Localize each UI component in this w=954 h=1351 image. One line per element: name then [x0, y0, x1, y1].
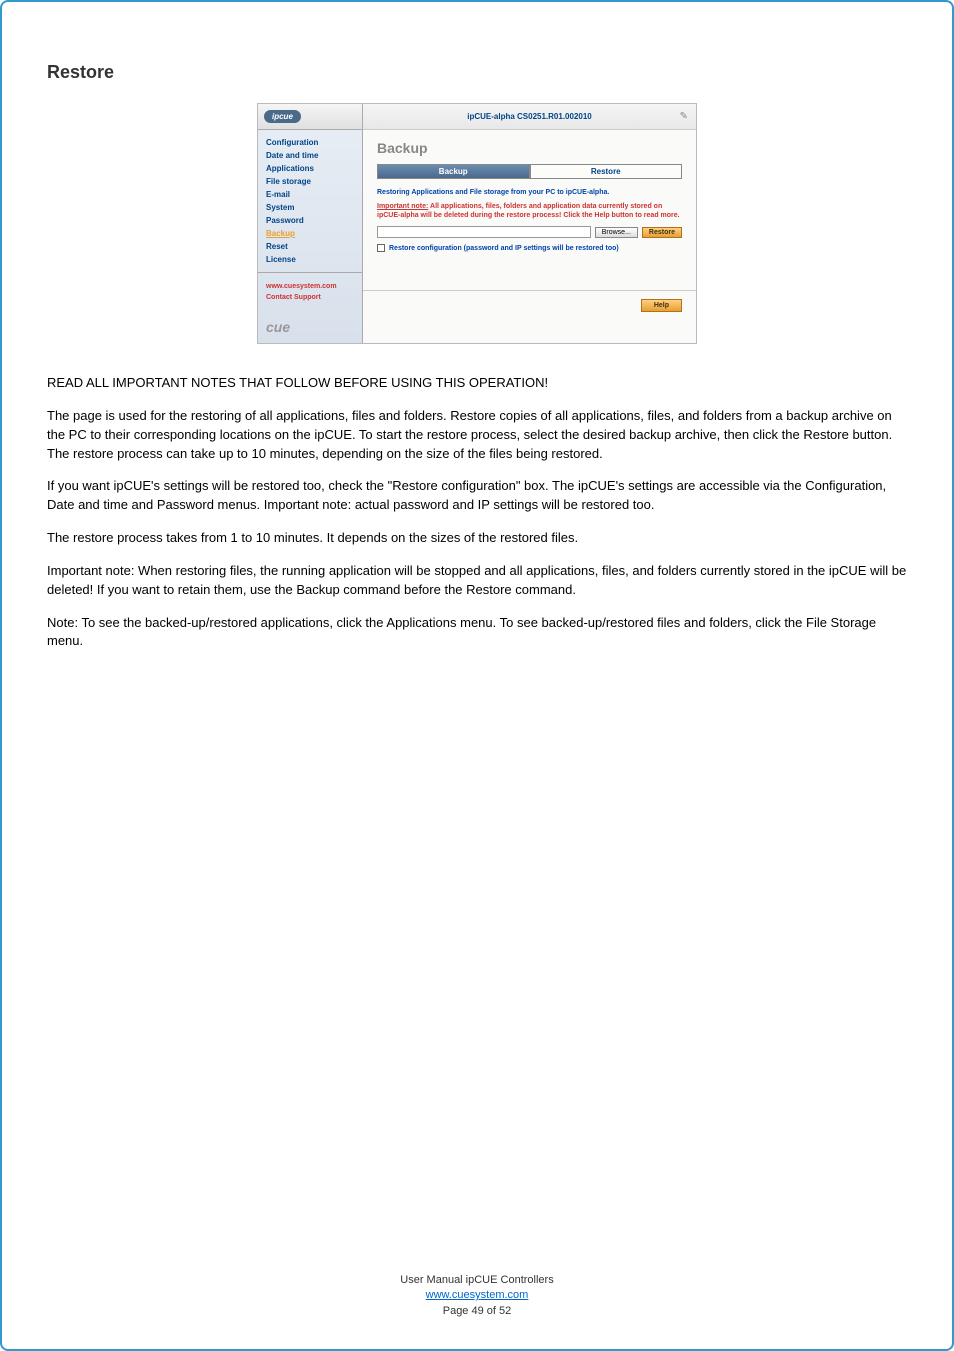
- browse-button[interactable]: Browse...: [595, 227, 638, 238]
- header-bar: ipCUE-alpha CS0251.R01.002010 ✎: [363, 104, 696, 130]
- nav-applications[interactable]: Applications: [266, 162, 354, 175]
- tabs-row: Backup Restore: [377, 164, 682, 179]
- footer-link-site[interactable]: www.cuesystem.com: [266, 281, 354, 292]
- cue-brand: cue: [258, 311, 362, 343]
- body-p5: Important note: When restoring files, th…: [47, 562, 907, 600]
- sidebar: ipcue Configuration Date and time Applic…: [258, 104, 363, 343]
- help-row: Help: [363, 290, 696, 326]
- section-title: Restore: [47, 62, 907, 83]
- edit-icon[interactable]: ✎: [680, 111, 688, 122]
- body-p2: The page is used for the restoring of al…: [47, 407, 907, 464]
- footer-link-support[interactable]: Contact Support: [266, 292, 354, 303]
- nav-email[interactable]: E-mail: [266, 188, 354, 201]
- panel-title: Backup: [377, 140, 682, 156]
- body-p3: If you want ipCUE's settings will be res…: [47, 477, 907, 515]
- nav-footer: www.cuesystem.com Contact Support: [258, 272, 362, 311]
- tab-backup[interactable]: Backup: [377, 164, 530, 179]
- nav-system[interactable]: System: [266, 201, 354, 214]
- file-input[interactable]: [377, 226, 591, 238]
- tab-restore[interactable]: Restore: [530, 164, 683, 179]
- app-screenshot: ipcue Configuration Date and time Applic…: [47, 103, 907, 344]
- body-p6: Note: To see the backed-up/restored appl…: [47, 614, 907, 652]
- app-window: ipcue Configuration Date and time Applic…: [257, 103, 697, 344]
- warning-prefix: Important note:: [377, 203, 428, 210]
- header-title: ipCUE-alpha CS0251.R01.002010: [467, 112, 592, 121]
- page-footer: User Manual ipCUE Controllers www.cuesys…: [2, 1273, 952, 1319]
- instruction-text: Restoring Applications and File storage …: [377, 189, 682, 196]
- nav-reset[interactable]: Reset: [266, 240, 354, 253]
- nav-section: Configuration Date and time Applications…: [258, 130, 362, 272]
- content-body: Backup Backup Restore Restoring Applicat…: [363, 130, 696, 290]
- main-area: ipCUE-alpha CS0251.R01.002010 ✎ Backup B…: [363, 104, 696, 343]
- nav-license[interactable]: License: [266, 253, 354, 266]
- body-p1: READ ALL IMPORTANT NOTES THAT FOLLOW BEF…: [47, 374, 907, 393]
- nav-password[interactable]: Password: [266, 214, 354, 227]
- check-row: Restore configuration (password and IP s…: [377, 244, 682, 252]
- footer-page-num: Page 49 of 52: [2, 1304, 952, 1319]
- restore-button[interactable]: Restore: [642, 227, 682, 238]
- file-row: Browse... Restore: [377, 226, 682, 238]
- footer-link[interactable]: www.cuesystem.com: [426, 1289, 529, 1301]
- warning-text: Important note: All applications, files,…: [377, 202, 682, 220]
- help-button[interactable]: Help: [641, 299, 682, 312]
- nav-configuration[interactable]: Configuration: [266, 136, 354, 149]
- restore-config-checkbox[interactable]: [377, 244, 385, 252]
- logo-area: ipcue: [258, 104, 362, 130]
- nav-backup[interactable]: Backup: [266, 227, 354, 240]
- nav-date-time[interactable]: Date and time: [266, 149, 354, 162]
- logo-badge: ipcue: [264, 110, 301, 123]
- footer-line1: User Manual ipCUE Controllers: [2, 1273, 952, 1288]
- checkbox-label: Restore configuration (password and IP s…: [389, 245, 619, 252]
- body-p4: The restore process takes from 1 to 10 m…: [47, 529, 907, 548]
- nav-file-storage[interactable]: File storage: [266, 175, 354, 188]
